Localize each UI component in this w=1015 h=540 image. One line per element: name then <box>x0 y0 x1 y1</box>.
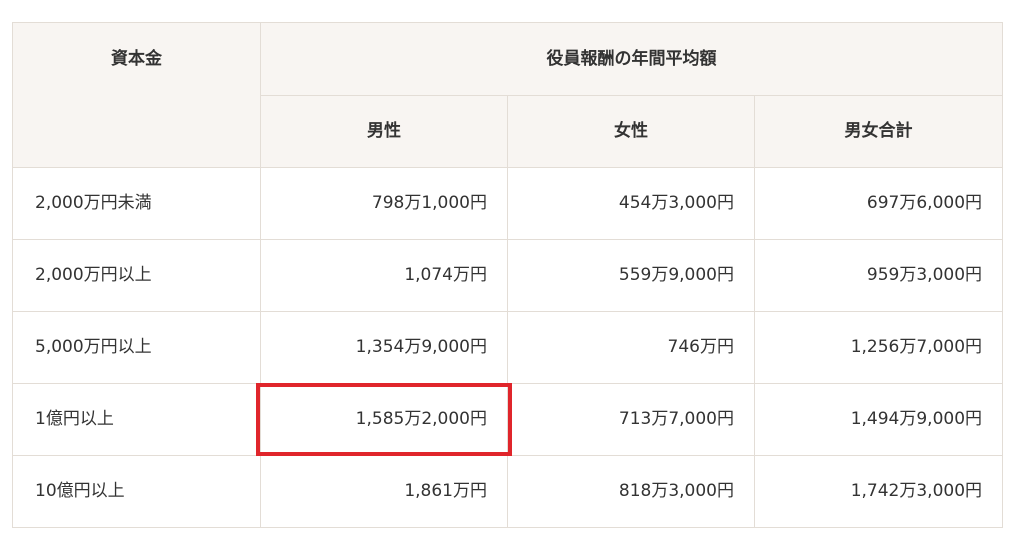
table-body: 2,000万円未満 798万1,000円 454万3,000円 697万6,00… <box>12 167 1004 528</box>
cell-total: 1,742万3,000円 <box>753 455 1004 528</box>
cell-capital: 2,000万円以上 <box>12 239 261 312</box>
header-row-top: 資本金 役員報酬の年間平均額 <box>12 22 1004 168</box>
table-row: 2,000万円以上 1,074万円 559万9,000円 959万3,000円 <box>12 239 1004 312</box>
salary-table-container: 資本金 役員報酬の年間平均額 男性 女性 男女合計 2,000万円未満 798万… <box>12 22 1004 528</box>
table-row: 5,000万円以上 1,354万9,000円 746万円 1,256万7,000… <box>12 311 1004 384</box>
cell-capital: 5,000万円以上 <box>12 311 261 384</box>
cell-total: 1,494万9,000円 <box>753 383 1004 456</box>
cell-total: 1,256万7,000円 <box>753 311 1004 384</box>
executive-compensation-table: 資本金 役員報酬の年間平均額 男性 女性 男女合計 2,000万円未満 798万… <box>12 22 1004 528</box>
cell-female: 713万7,000円 <box>507 383 755 456</box>
cell-female: 454万3,000円 <box>507 167 755 240</box>
cell-total: 697万6,000円 <box>753 167 1004 240</box>
header-female: 女性 <box>507 95 755 168</box>
header-capital: 資本金 <box>12 22 261 168</box>
header-total: 男女合計 <box>753 95 1004 168</box>
header-male: 男性 <box>260 95 508 168</box>
cell-female: 818万3,000円 <box>507 455 755 528</box>
cell-total: 959万3,000円 <box>753 239 1004 312</box>
table-row: 10億円以上 1,861万円 818万3,000円 1,742万3,000円 <box>12 455 1004 528</box>
cell-capital: 2,000万円未満 <box>12 167 261 240</box>
table-header: 資本金 役員報酬の年間平均額 男性 女性 男女合計 <box>12 22 1004 168</box>
cell-male-highlighted: 1,585万2,000円 <box>260 383 508 456</box>
header-compensation-group: 役員報酬の年間平均額 <box>259 22 1004 96</box>
table-row: 2,000万円未満 798万1,000円 454万3,000円 697万6,00… <box>12 167 1004 240</box>
cell-male: 1,074万円 <box>260 239 508 312</box>
cell-capital: 1億円以上 <box>12 383 261 456</box>
cell-male: 1,354万9,000円 <box>260 311 508 384</box>
cell-capital: 10億円以上 <box>12 455 261 528</box>
table-row: 1億円以上 1,585万2,000円 713万7,000円 1,494万9,00… <box>12 383 1004 456</box>
cell-female: 746万円 <box>507 311 755 384</box>
cell-female: 559万9,000円 <box>507 239 755 312</box>
cell-male: 798万1,000円 <box>260 167 508 240</box>
cell-male: 1,861万円 <box>260 455 508 528</box>
